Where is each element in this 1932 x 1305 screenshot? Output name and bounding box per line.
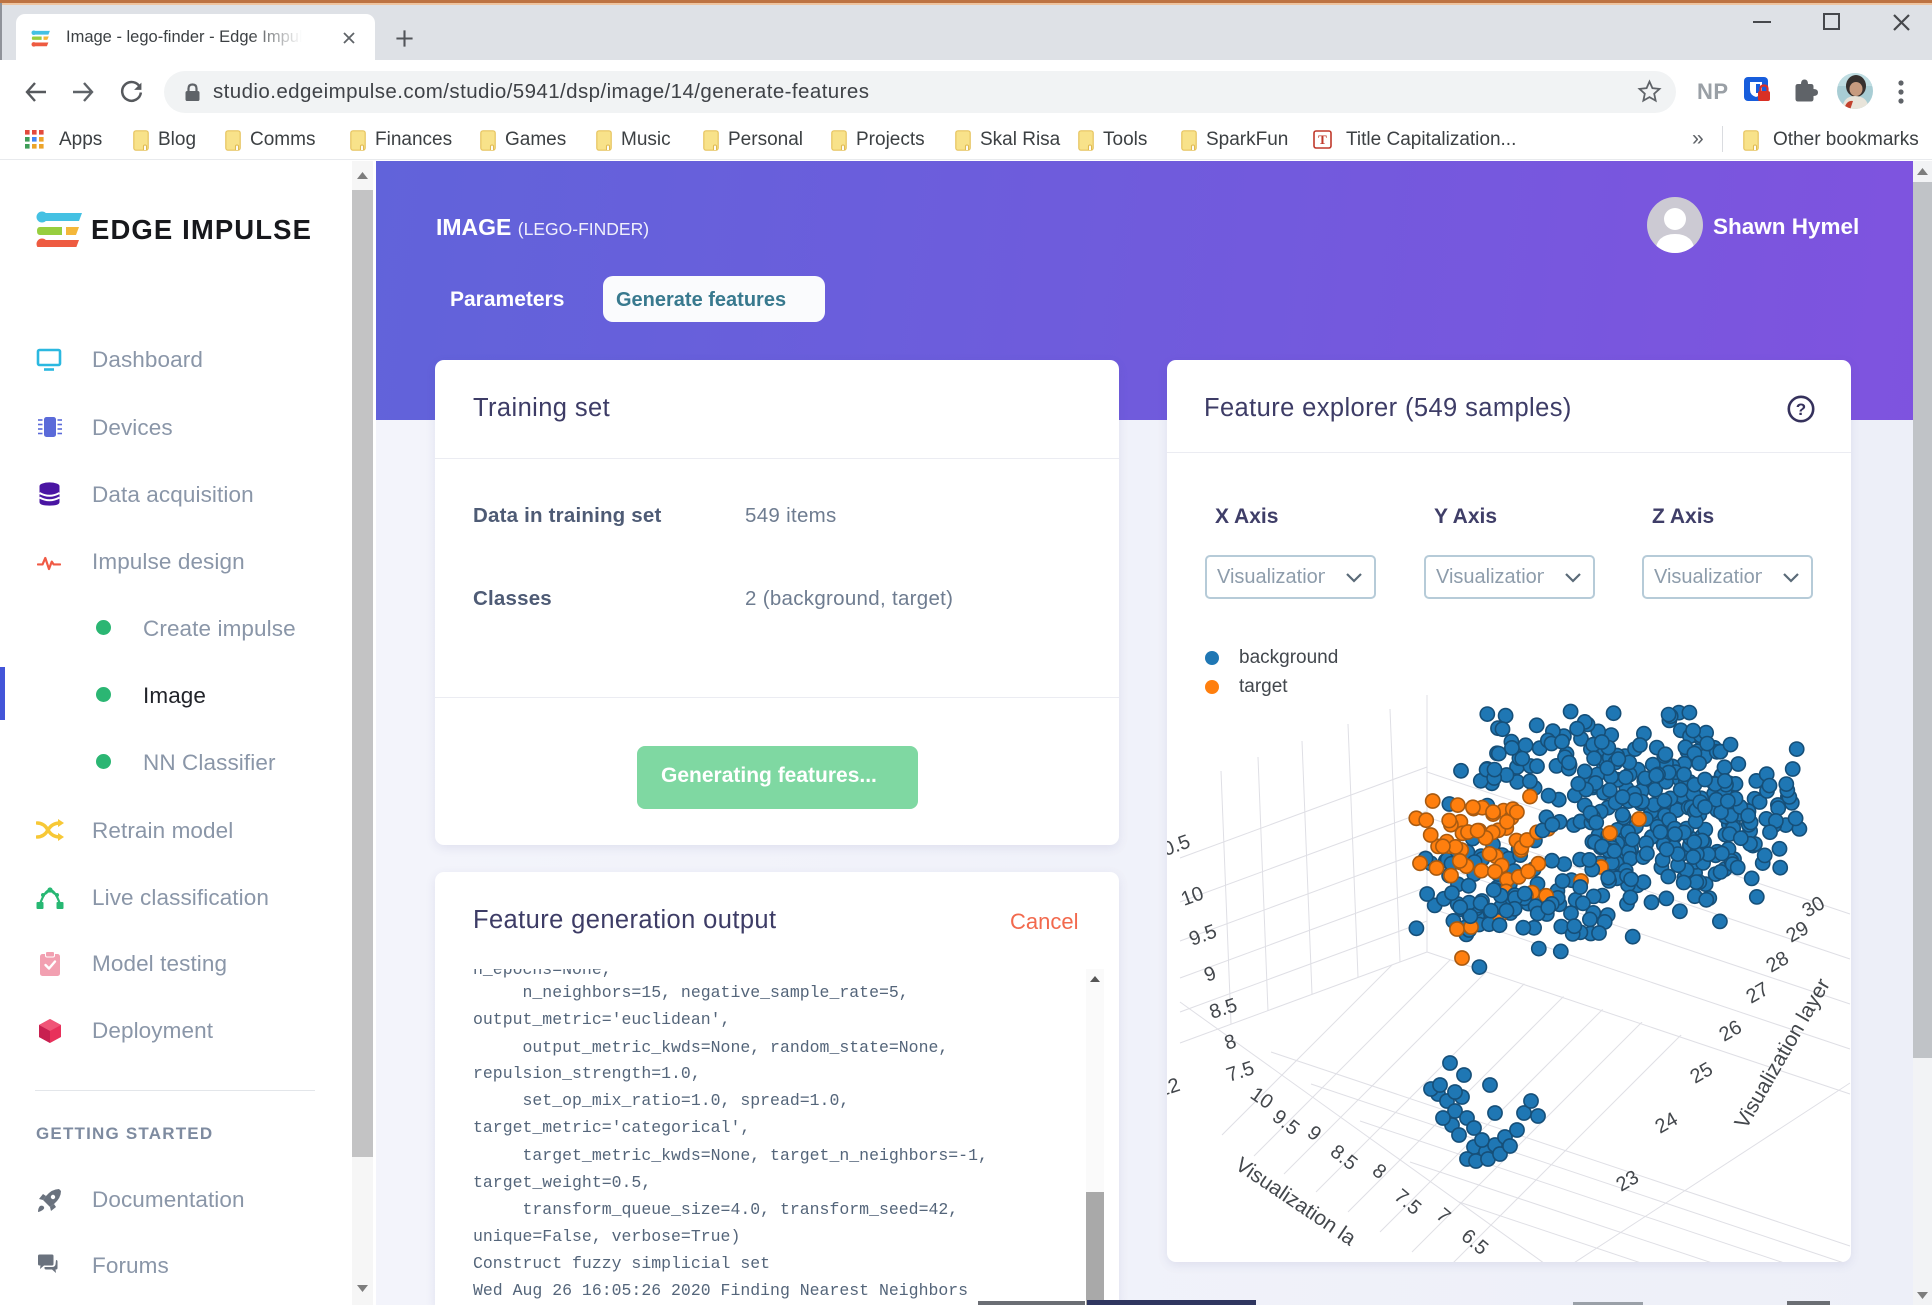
svg-text:9: 9 [1303, 1122, 1325, 1146]
svg-text:9: 9 [1201, 962, 1219, 986]
svg-text:T: T [1318, 132, 1327, 147]
svg-text:8.5: 8.5 [1326, 1141, 1361, 1175]
svg-text:10: 10 [1178, 882, 1206, 910]
svg-text:8.5: 8.5 [1207, 994, 1240, 1024]
svg-text:9.5: 9.5 [1186, 921, 1220, 951]
svg-text:7: 7 [1432, 1204, 1455, 1228]
svg-text:9.5: 9.5 [1268, 1106, 1303, 1140]
svg-text:24: 24 [1652, 1108, 1682, 1138]
svg-text:Visualization layer: Visualization layer [1730, 975, 1834, 1133]
svg-text:23: 23 [1613, 1166, 1643, 1196]
svg-text:25: 25 [1687, 1058, 1717, 1088]
svg-text:30: 30 [1799, 892, 1829, 922]
svg-text:10: 10 [1246, 1083, 1277, 1114]
svg-text:26: 26 [1716, 1016, 1746, 1046]
svg-text:12: 12 [1167, 1074, 1183, 1102]
svg-text:27: 27 [1743, 978, 1773, 1008]
svg-text:8: 8 [1368, 1160, 1390, 1184]
svg-text:10.5: 10.5 [1167, 831, 1193, 865]
svg-text:28: 28 [1763, 947, 1793, 977]
svg-text:7.5: 7.5 [1390, 1185, 1425, 1220]
svg-text:7.5: 7.5 [1224, 1057, 1257, 1087]
svg-text:?: ? [1796, 400, 1806, 419]
